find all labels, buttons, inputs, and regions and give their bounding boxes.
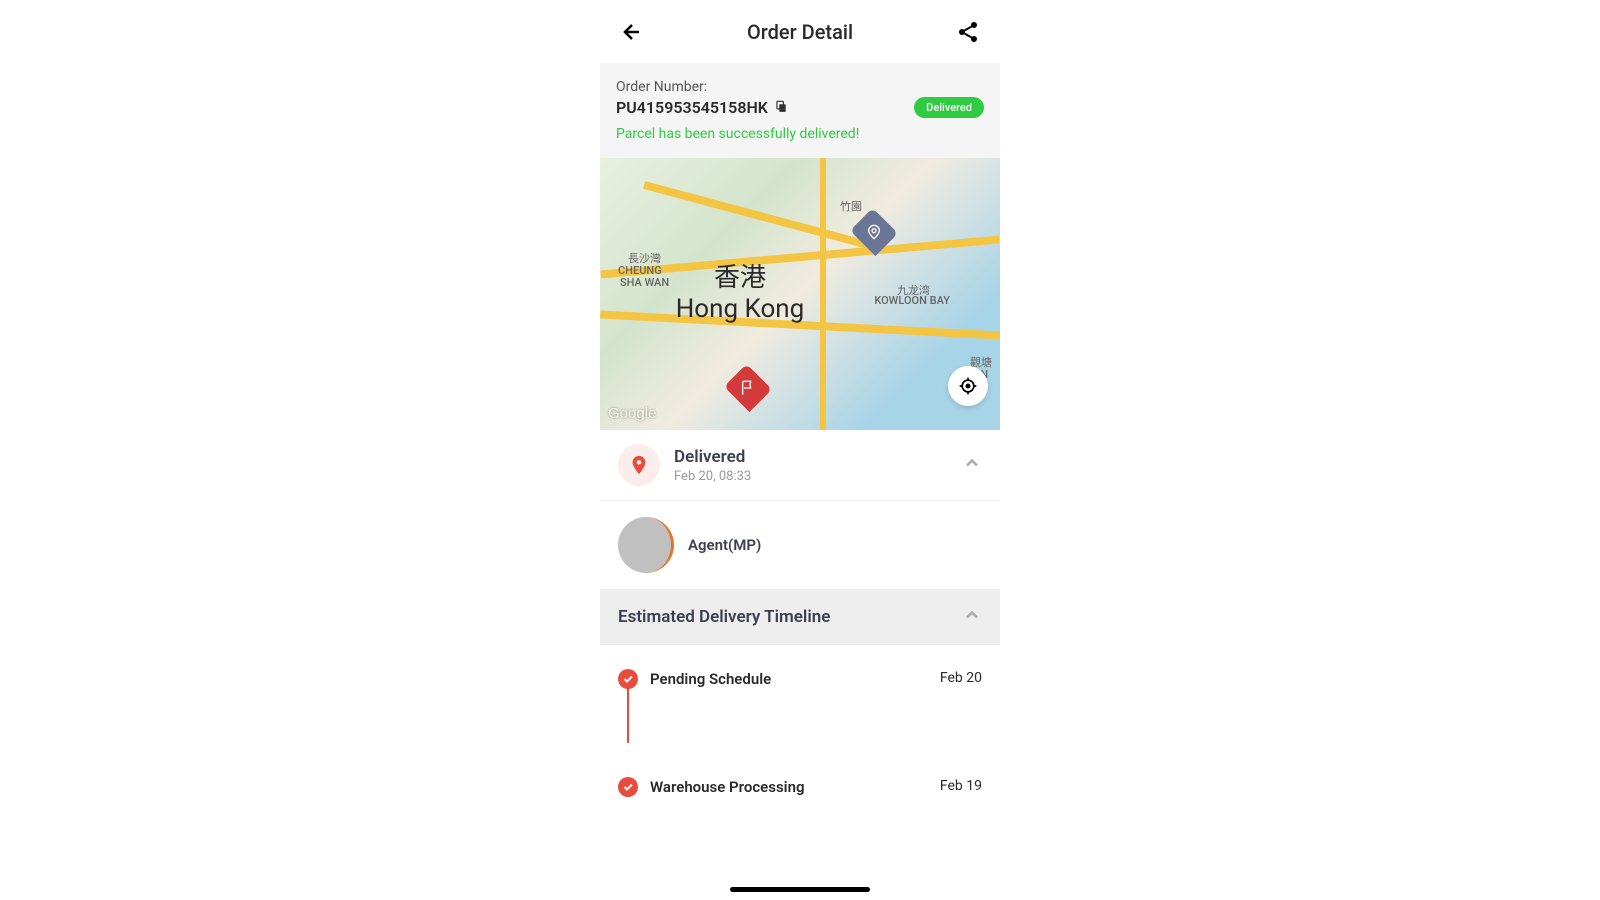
chevron-up-icon[interactable]	[962, 605, 982, 629]
timeline-header[interactable]: Estimated Delivery Timeline	[600, 589, 1000, 645]
copy-icon[interactable]	[774, 98, 788, 117]
header-bar: Order Detail	[600, 0, 1000, 63]
agent-avatar[interactable]	[618, 517, 674, 573]
delivery-success-message: Parcel has been successfully delivered!	[616, 126, 984, 142]
timeline-item-date: Feb 20	[940, 670, 982, 688]
current-status-row[interactable]: Delivered Feb 20, 08:33	[600, 430, 1000, 501]
page-title: Order Detail	[747, 20, 853, 44]
agent-name: Agent(MP)	[688, 536, 761, 554]
map-city-en: Hong Kong	[676, 294, 805, 324]
map-label-cheung-en2: SHA WAN	[620, 276, 669, 289]
timeline-item-date: Feb 19	[940, 778, 982, 796]
check-icon	[618, 669, 638, 689]
timeline-item-label: Pending Schedule	[650, 670, 771, 688]
timeline-items: Pending Schedule Feb 20 Warehouse Proces…	[600, 645, 1000, 821]
status-badge: Delivered	[914, 97, 984, 118]
timeline-title: Estimated Delivery Timeline	[618, 607, 830, 627]
timeline-item: Pending Schedule Feb 20	[618, 657, 982, 701]
status-title: Delivered	[674, 447, 962, 467]
map-pin-destination[interactable]	[724, 364, 772, 412]
map-label-kowloon-en: KOWLOON BAY	[874, 294, 950, 307]
location-pin-icon	[618, 444, 660, 486]
map-label-zhuyan: 竹園	[840, 198, 862, 214]
map-city-zh: 香港	[676, 263, 805, 294]
back-icon[interactable]	[620, 20, 644, 44]
map-city-label: 香港 Hong Kong	[676, 263, 805, 325]
status-time: Feb 20, 08:33	[674, 469, 962, 484]
chevron-up-icon[interactable]	[962, 453, 982, 477]
check-icon	[618, 777, 638, 797]
order-number-row: PU415953545158HK	[616, 98, 788, 117]
app-screen: Order Detail Order Number: PU41595354515…	[600, 0, 1000, 900]
timeline-item-label: Warehouse Processing	[650, 778, 805, 796]
share-icon[interactable]	[956, 20, 980, 44]
order-number-label: Order Number:	[616, 79, 984, 95]
map-view[interactable]: 長沙灣 CHEUNG SHA WAN 九龙湾 KOWLOON BAY 觀塘 KW…	[600, 158, 1000, 430]
order-number-value: PU415953545158HK	[616, 98, 768, 117]
map-attribution: Google	[608, 405, 656, 422]
locate-button[interactable]	[948, 366, 988, 406]
agent-row: Agent(MP)	[600, 501, 1000, 589]
order-info-card: Order Number: PU415953545158HK Delivered…	[600, 63, 1000, 158]
home-indicator[interactable]	[730, 887, 870, 892]
timeline-item: Warehouse Processing Feb 19	[618, 765, 982, 809]
